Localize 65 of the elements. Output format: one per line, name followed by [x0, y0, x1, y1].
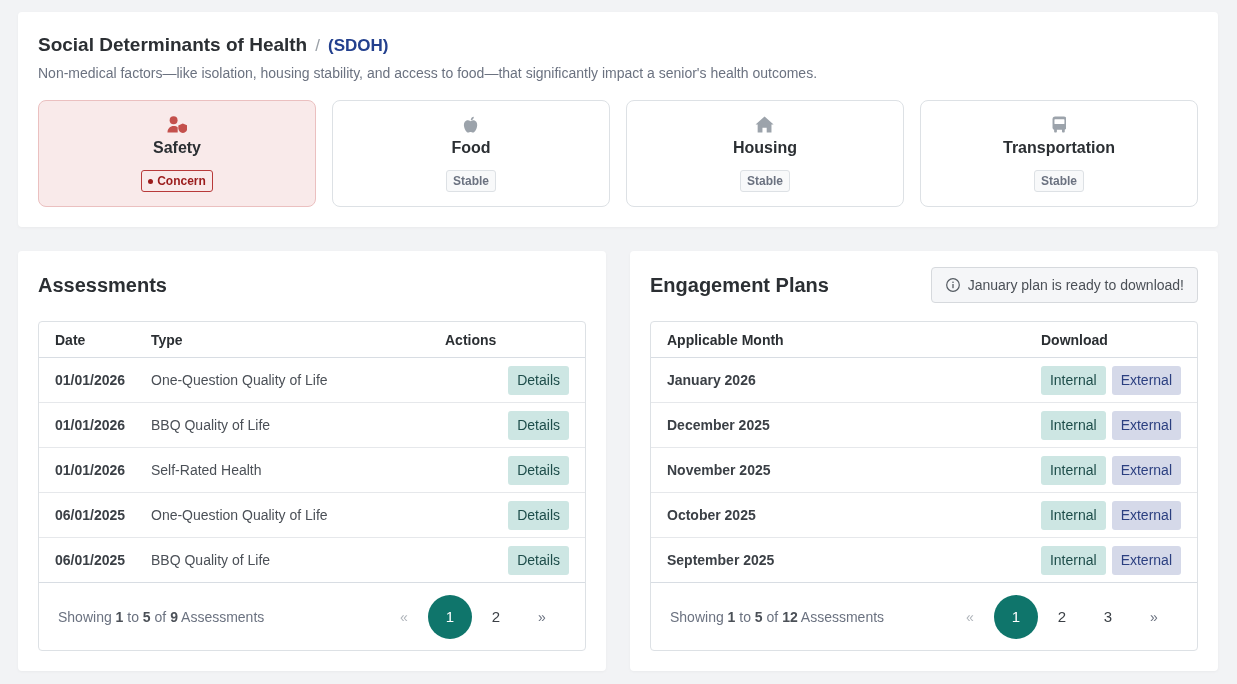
status-badge: Stable	[1034, 170, 1084, 192]
info-icon	[945, 278, 960, 292]
column-header: Applicable Month	[667, 331, 784, 348]
category-label: Housing	[733, 138, 797, 158]
download-button[interactable]: External	[1111, 545, 1181, 575]
title-separator: /	[315, 35, 320, 57]
next-page-button[interactable]: »	[1132, 594, 1176, 639]
column-header: Download	[1041, 331, 1108, 348]
apple-icon	[463, 116, 479, 133]
category-label: Safety	[153, 138, 201, 158]
page-button[interactable]: 2	[1040, 594, 1084, 639]
details-button[interactable]: Details	[508, 410, 569, 440]
status-badge: Stable	[446, 170, 496, 192]
page-button[interactable]: 3	[1086, 594, 1130, 639]
table-cell: Self-Rated Health	[151, 462, 262, 478]
column-header: Type	[151, 331, 183, 348]
download-button[interactable]: External	[1111, 455, 1181, 485]
title-abbreviation: (SDOH)	[327, 35, 389, 57]
page-button[interactable]: 1	[994, 594, 1038, 639]
column-header: Actions	[445, 331, 497, 348]
page-button[interactable]: 2	[474, 594, 518, 639]
status-badge: Stable	[740, 170, 790, 192]
page-button[interactable]: 1	[428, 594, 472, 639]
panel-title: Assessments	[38, 273, 167, 297]
table-cell: 01/01/2026	[55, 417, 126, 433]
table-cell: One-Question Quality of Life	[151, 507, 328, 523]
status-badge: Concern	[141, 170, 213, 192]
panel-title: Engagement Plans	[650, 273, 829, 297]
download-button[interactable]: Internal	[1040, 365, 1106, 395]
details-button[interactable]: Details	[508, 545, 569, 575]
section-description: Non-medical factors—like isolation, housing stability, and access to food—that significantly impact a senior's health outcomes.	[38, 64, 819, 83]
details-button[interactable]: Details	[508, 500, 569, 530]
download-button[interactable]: Internal	[1040, 545, 1106, 575]
download-button[interactable]: External	[1111, 410, 1181, 440]
table-cell: January 2026	[667, 372, 756, 388]
download-button[interactable]: External	[1111, 365, 1181, 395]
section-title: Social Determinants of Health	[38, 33, 308, 57]
download-button[interactable]: Internal	[1040, 410, 1106, 440]
table-cell: November 2025	[667, 462, 771, 478]
details-button[interactable]: Details	[508, 365, 569, 395]
category-label: Transportation	[1003, 138, 1115, 158]
table-cell: BBQ Quality of Life	[151, 552, 271, 568]
status-dot-icon	[148, 178, 154, 184]
table-cell: BBQ Quality of Life	[151, 417, 271, 433]
bus-icon	[1051, 116, 1067, 133]
download-button[interactable]: Internal	[1040, 455, 1106, 485]
details-button[interactable]: Details	[508, 455, 569, 485]
person-shield-icon	[166, 116, 188, 133]
table-cell: 06/01/2025	[55, 507, 126, 523]
column-header: Date	[55, 331, 86, 348]
results-summary: Showing 1 to 5 of 12 Assessments	[670, 608, 885, 625]
download-button[interactable]: Internal	[1040, 500, 1106, 530]
table-cell: September 2025	[667, 552, 775, 568]
table-cell: One-Question Quality of Life	[151, 372, 328, 388]
next-page-button[interactable]: »	[520, 594, 564, 639]
notice-text: January plan is ready to download!	[967, 277, 1184, 293]
house-icon	[755, 116, 775, 133]
table-cell: December 2025	[667, 417, 770, 433]
table-cell: 01/01/2026	[55, 462, 126, 478]
table-cell: 06/01/2025	[55, 552, 126, 568]
results-summary: Showing 1 to 5 of 9 Assessments	[58, 608, 265, 625]
category-label: Food	[451, 138, 491, 158]
download-button[interactable]: External	[1111, 500, 1181, 530]
table-cell: 01/01/2026	[55, 372, 126, 388]
table-cell: October 2025	[667, 507, 756, 523]
